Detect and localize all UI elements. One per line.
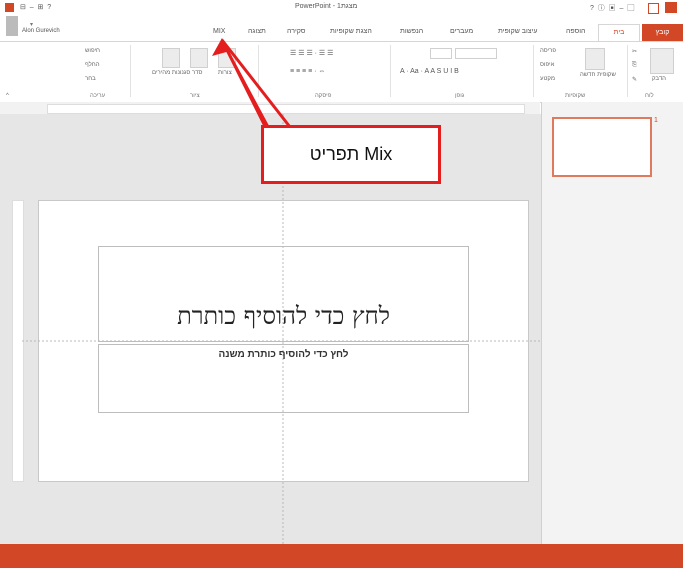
reset-button[interactable]: איפוס [540,62,554,68]
layout-button[interactable]: פריסה [540,48,556,54]
replace-button[interactable]: החלף [85,62,100,68]
tab-insert[interactable]: הוספה [566,28,585,35]
quick-access-toolbar[interactable]: ⊟ – ⊞ ? [20,3,51,11]
format-painter-icon[interactable]: ✎ [632,76,637,83]
tab-review[interactable]: סקירה [287,28,306,35]
group-separator [258,45,259,97]
font-format-icons[interactable]: A · Aa · A A S U I B [400,68,459,75]
font-size-box[interactable] [430,48,452,59]
group-separator [627,45,628,97]
new-slide-button[interactable]: שקופית חדשה [580,72,616,78]
shapes-button[interactable]: צורות [218,70,232,76]
tab-transitions[interactable]: מעברים [450,28,473,35]
vertical-ruler [12,200,24,482]
group-label-drawing: ציור [190,93,200,99]
user-name[interactable]: Alon Gurevich [22,28,60,34]
callout-text: תפריט Mix [309,144,393,164]
tab-home[interactable]: בית [598,24,640,42]
copy-icon[interactable]: ⎘ [632,62,637,69]
window-controls[interactable]: ? ⓘ ▣ – ▢ [590,3,634,13]
arrange-button[interactable]: סדר [192,70,202,76]
app-icon[interactable] [5,3,14,12]
slide-thumbnail-number: 1 [654,117,658,124]
slide-thumbnail[interactable] [552,117,652,177]
group-separator [390,45,391,97]
group-label-font: גופן [455,93,465,99]
paste-icon[interactable] [650,48,674,74]
paragraph-icons-row2[interactable]: ≡ ≡ ≡ ≡ · ⇔ [290,68,325,75]
find-button[interactable]: חיפוש [85,48,100,54]
collapse-ribbon-icon[interactable]: ^ [6,93,9,99]
tab-slideshow[interactable]: הצגת שקופיות [330,28,372,35]
group-separator [533,45,534,97]
shapes-icon[interactable] [218,48,236,68]
tab-view[interactable]: תצוגה [248,28,266,35]
quick-styles-icon[interactable] [162,48,180,68]
paste-button[interactable]: הדבק [652,76,666,82]
new-slide-icon[interactable] [585,48,605,70]
group-label-editing: עריכה [90,93,106,99]
close-button[interactable] [665,2,677,13]
title-bar: ⊟ – ⊞ ? PowerPoint - מצגת1 ? ⓘ ▣ – ▢ [0,0,683,14]
tab-animations[interactable]: הנפשות [400,28,423,35]
group-label-slides: שקופיות [565,93,586,99]
group-label-clipboard: לוח [645,93,654,99]
font-name-box[interactable] [455,48,497,59]
title-placeholder[interactable]: לחץ כדי להוסיף כותרת [98,246,469,342]
tab-design[interactable]: עיצוב שקופית [498,28,538,35]
callout-box: תפריט Mix [261,125,441,184]
ruler-scale[interactable] [47,104,525,114]
section-button[interactable]: מקטע [540,76,555,82]
cut-icon[interactable]: ✂ [632,48,637,55]
group-separator [130,45,131,97]
group-label-paragraph: פיסקה [315,93,332,99]
status-bar [0,544,683,568]
title-placeholder-text[interactable]: לחץ כדי להוסיף כותרת [99,302,468,331]
tab-mix[interactable]: MIX [213,28,225,35]
arrange-icon[interactable] [190,48,208,68]
save-icon[interactable] [648,3,659,14]
tab-file[interactable]: קובץ [642,24,683,41]
paragraph-icons-row1[interactable]: ☰ ☰ ☰ · ☰ ☰ [290,49,333,57]
user-dropdown-icon[interactable]: ▾ [30,21,33,28]
subtitle-placeholder-text[interactable]: לחץ כדי להוסיף כותרת משנה [99,349,468,360]
select-button[interactable]: בחר [85,76,96,82]
window-title: PowerPoint - מצגת1 [295,3,358,10]
subtitle-placeholder[interactable]: לחץ כדי להוסיף כותרת משנה [98,344,469,413]
avatar[interactable] [6,16,18,36]
quick-styles-button[interactable]: סגנונות מהירים [152,70,190,76]
